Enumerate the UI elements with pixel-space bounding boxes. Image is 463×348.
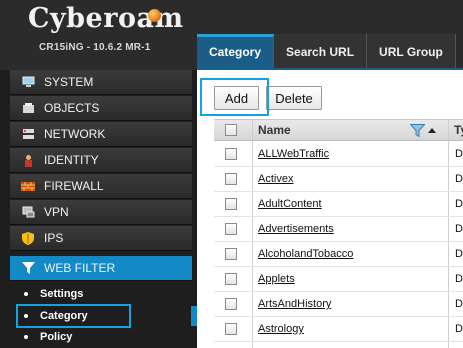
row-type: D — [455, 223, 463, 235]
row-divider — [214, 216, 463, 217]
sidebar-item-label: IPS — [44, 231, 64, 245]
row-type: D — [455, 248, 463, 260]
sidebar-item-vpn[interactable]: VPN — [10, 200, 192, 225]
category-link[interactable]: AdultContent — [258, 198, 322, 210]
logo-mark-icon — [148, 9, 161, 22]
category-link[interactable]: ArtsAndHistory — [258, 298, 331, 310]
row-divider — [214, 316, 463, 317]
category-link[interactable]: Activex — [258, 173, 293, 185]
row-type: D — [455, 273, 463, 285]
tab-category[interactable]: Category — [197, 34, 275, 70]
sidebar-item-label: NETWORK — [44, 127, 106, 141]
sidebar-subitem-label: Settings — [40, 288, 84, 300]
sort-ascending-icon[interactable] — [428, 128, 436, 133]
firewall-icon — [21, 179, 35, 193]
category-link[interactable]: ALLWebTraffic — [258, 148, 329, 160]
row-divider — [214, 166, 463, 167]
bullet-icon — [24, 292, 28, 296]
category-link[interactable]: Applets — [258, 273, 295, 285]
model-version: CR15iNG - 10.6.2 MR-1 — [39, 42, 151, 53]
row-checkbox[interactable] — [225, 223, 237, 235]
bullet-icon — [24, 335, 28, 339]
sidebar-item-label: OBJECTS — [44, 101, 100, 115]
sidebar-item-identity[interactable]: IDENTITY — [10, 148, 192, 173]
tab-bar: Category Search URL URL Group — [197, 34, 456, 70]
sidebar-item-objects[interactable]: OBJECTS — [10, 96, 192, 121]
sidebar-subitem-settings[interactable]: Settings — [10, 284, 192, 304]
select-all-checkbox[interactable] — [225, 124, 237, 136]
objects-icon — [21, 101, 35, 115]
funnel-icon — [21, 261, 35, 275]
row-divider — [214, 291, 463, 292]
row-type: D — [455, 173, 463, 185]
sidebar-item-ips[interactable]: IPS — [10, 226, 192, 251]
sidebar-subitem-policy[interactable]: Policy — [10, 327, 192, 347]
category-link[interactable]: AlcoholandTobacco — [258, 248, 353, 260]
delete-button[interactable]: Delete — [266, 86, 322, 110]
row-type: D — [455, 148, 463, 160]
monitor-icon — [21, 75, 35, 89]
row-divider — [214, 341, 463, 342]
sidebar-subitem-label: Policy — [40, 331, 73, 343]
sidebar-item-web-filter[interactable]: WEB FILTER — [10, 256, 192, 281]
row-divider — [214, 241, 463, 242]
row-type: D — [455, 298, 463, 310]
row-checkbox[interactable] — [225, 198, 237, 210]
row-checkbox[interactable] — [225, 273, 237, 285]
category-link[interactable]: Advertisements — [258, 223, 334, 235]
row-checkbox[interactable] — [225, 298, 237, 310]
row-checkbox[interactable] — [225, 148, 237, 160]
row-checkbox[interactable] — [225, 173, 237, 185]
tab-url-group[interactable]: URL Group — [367, 34, 456, 70]
vpn-icon — [21, 205, 35, 219]
filter-icon[interactable] — [409, 124, 426, 142]
sidebar-item-label: IDENTITY — [44, 153, 99, 167]
row-checkbox[interactable] — [225, 248, 237, 260]
category-link[interactable]: Astrology — [258, 323, 304, 335]
sidebar-item-firewall[interactable]: FIREWALL — [10, 174, 192, 199]
column-header-name[interactable]: Name — [258, 123, 291, 137]
column-divider — [252, 119, 253, 348]
sidebar-item-label: VPN — [44, 205, 69, 219]
category-highlight-box — [16, 304, 131, 328]
shield-icon — [21, 231, 35, 245]
sidebar-item-label: WEB FILTER — [44, 261, 116, 275]
row-divider — [214, 266, 463, 267]
sidebar-item-label: FIREWALL — [44, 179, 104, 193]
sidebar-item-system[interactable]: SYSTEM — [10, 70, 192, 95]
column-divider — [448, 119, 449, 348]
row-type: D — [455, 323, 463, 335]
add-highlight-box — [200, 78, 269, 116]
row-checkbox[interactable] — [225, 323, 237, 335]
sidebar-item-label: SYSTEM — [44, 75, 94, 89]
row-divider — [214, 191, 463, 192]
column-header-type[interactable]: Ty — [454, 123, 463, 137]
identity-icon — [21, 153, 35, 167]
network-icon — [21, 127, 35, 141]
sidebar-item-network[interactable]: NETWORK — [10, 122, 192, 147]
tab-search-url[interactable]: Search URL — [274, 34, 368, 70]
row-type: D — [455, 198, 463, 210]
